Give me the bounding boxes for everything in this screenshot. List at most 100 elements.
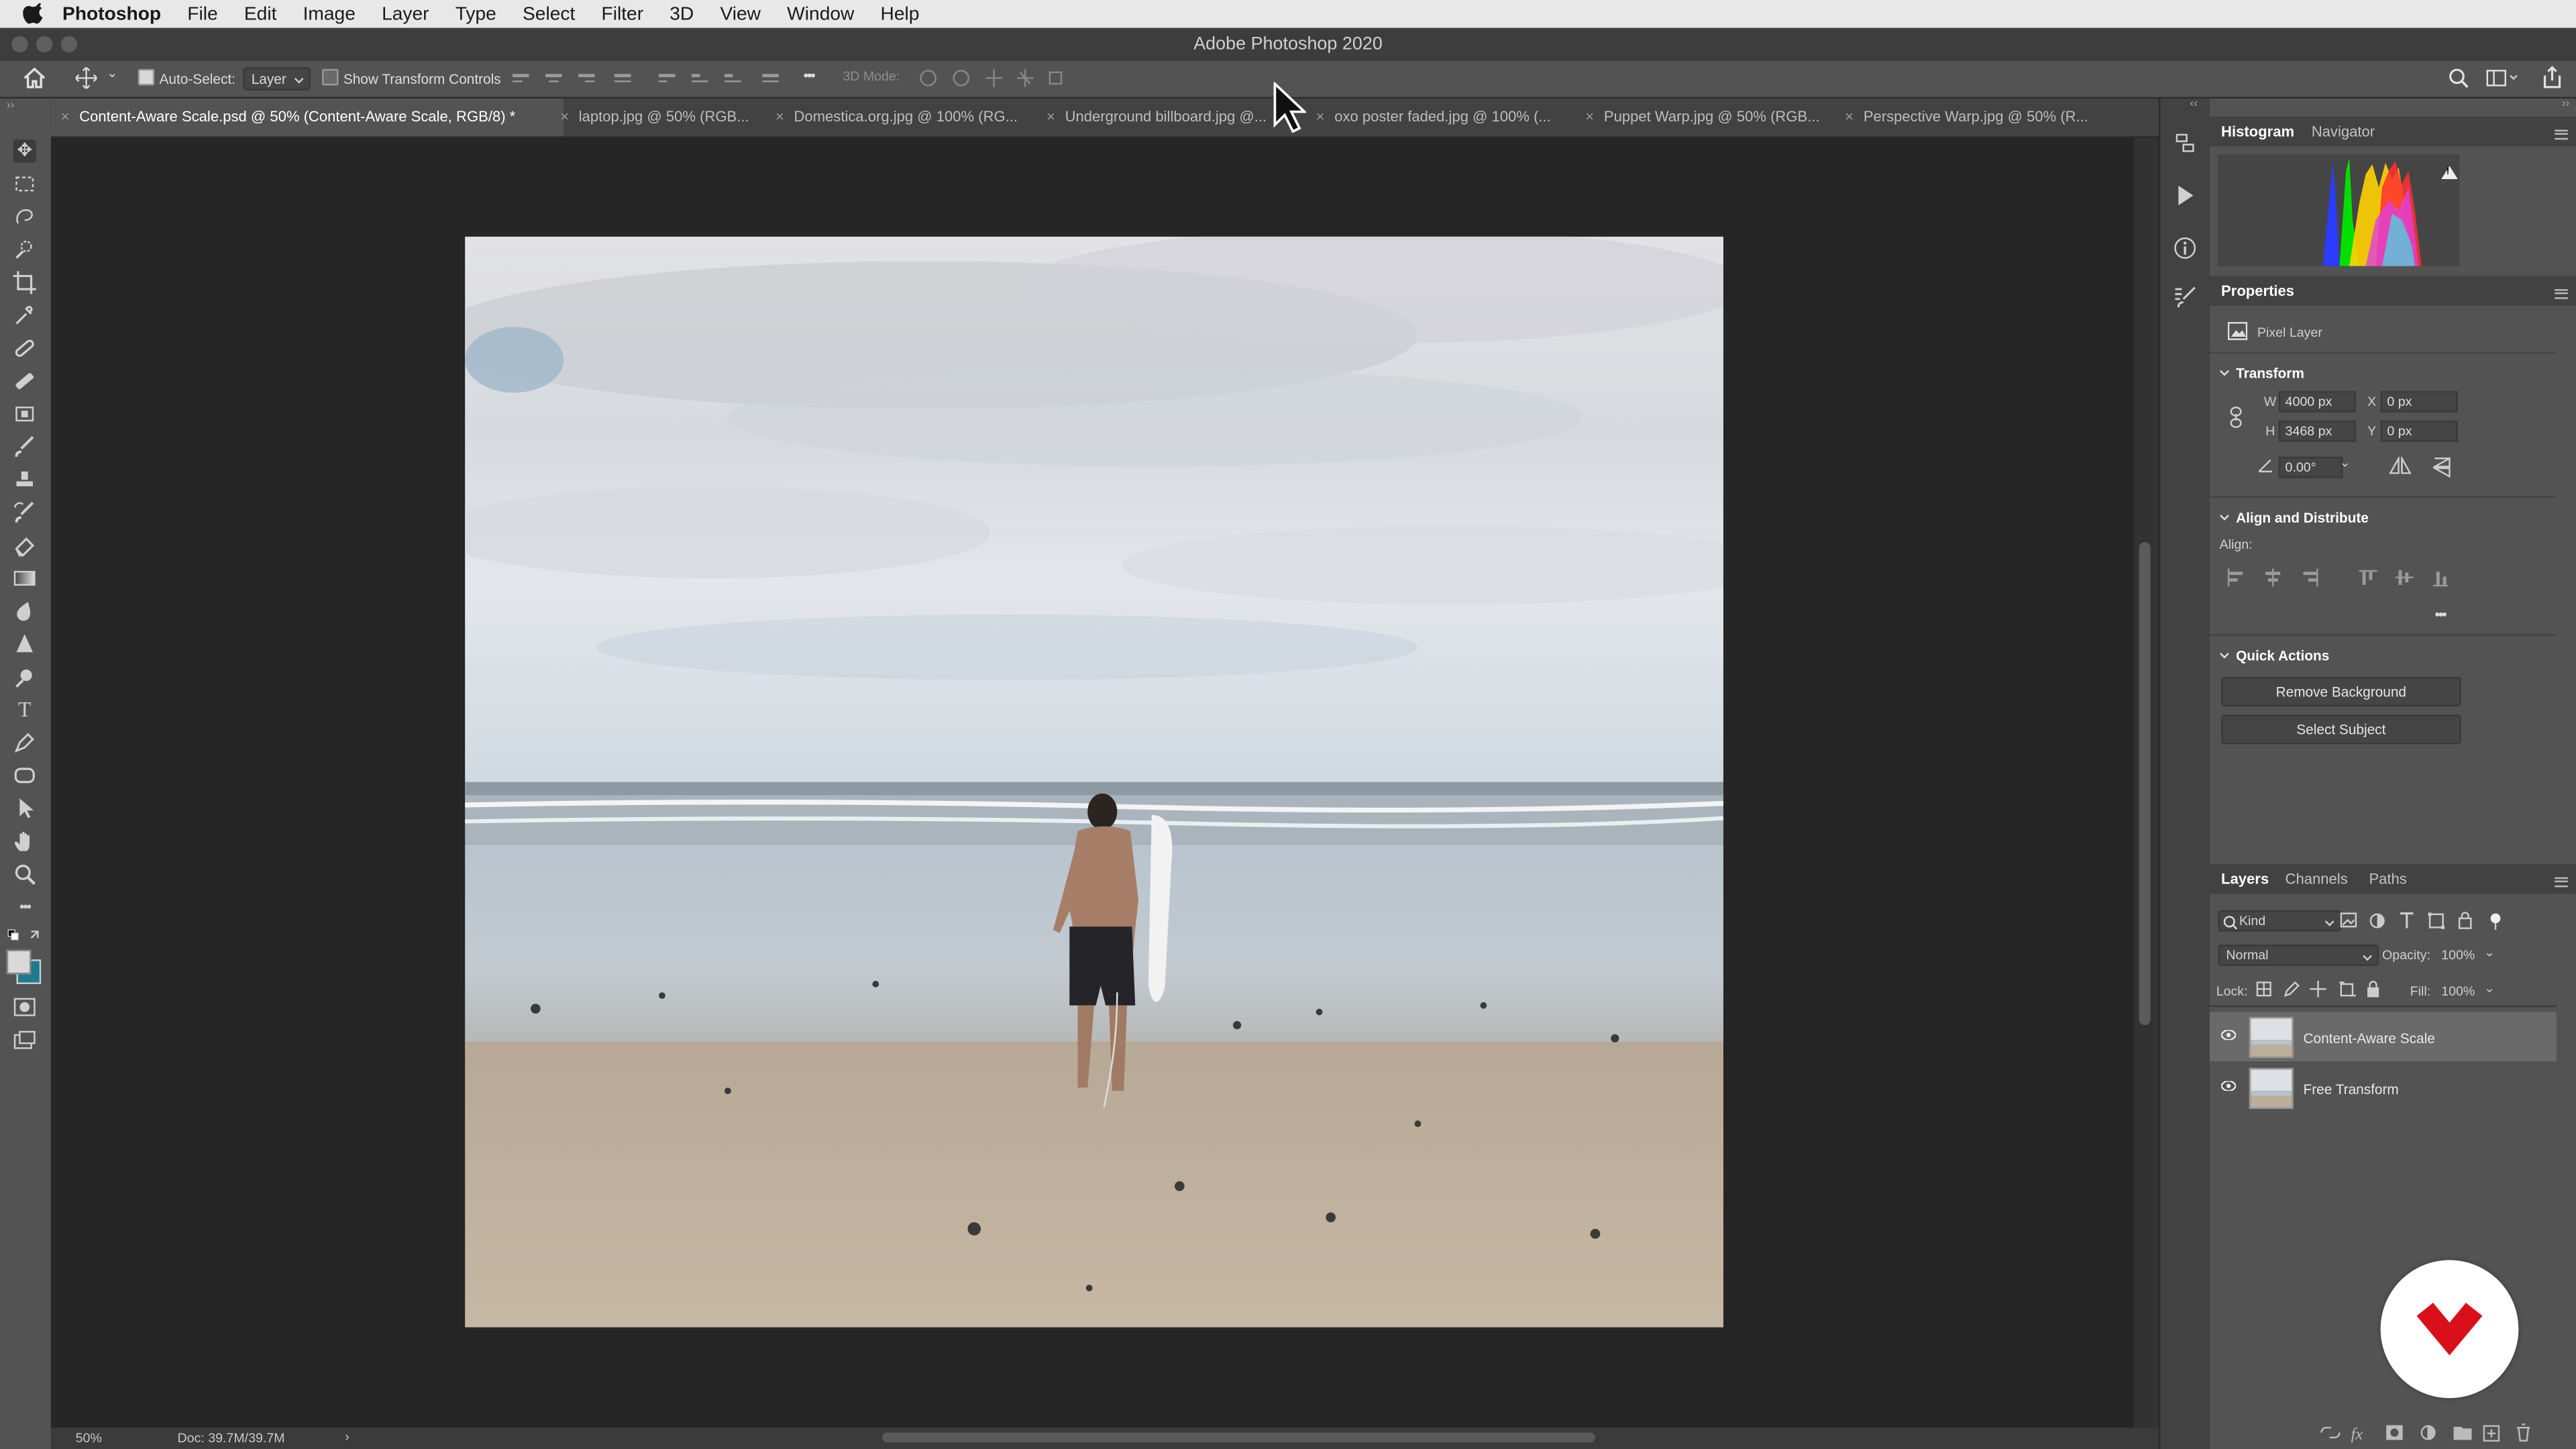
menu-image[interactable]: Image	[303, 4, 356, 23]
angle-field[interactable]: 0.00°	[2278, 456, 2343, 478]
tab-close-icon[interactable]: ×	[1845, 109, 1854, 125]
screen-mode-icon[interactable]	[13, 1030, 36, 1050]
menu-layer[interactable]: Layer	[382, 4, 429, 23]
histogram-warning-icon[interactable]: !	[2447, 168, 2450, 178]
align-bottom-icon[interactable]	[724, 70, 741, 87]
visibility-eye-icon[interactable]	[2221, 1081, 2237, 1091]
strip-collapse-icon[interactable]: ‹‹	[2190, 99, 2198, 110]
move-tool[interactable]: ✥	[13, 140, 36, 163]
window-minimize-button[interactable]	[36, 36, 53, 53]
history-brush-tool[interactable]	[13, 501, 36, 524]
zoom-tool[interactable]	[13, 863, 36, 885]
tab-close-icon[interactable]: ×	[560, 109, 569, 125]
quick-actions-section-header[interactable]: Quick Actions	[2236, 647, 2329, 663]
window-zoom-button[interactable]	[60, 36, 78, 53]
dodge-tool[interactable]	[13, 633, 36, 655]
tab-oxo-poster[interactable]: × oxo poster faded.jpg @ 100% (...	[1316, 99, 1576, 136]
tab-paths[interactable]: Paths	[2369, 871, 2406, 887]
blend-mode-dropdown[interactable]: Normal	[2218, 945, 2379, 967]
quick-mask-icon[interactable]	[13, 998, 36, 1017]
home-icon[interactable]	[23, 67, 46, 89]
tab-close-icon[interactable]: ×	[1585, 109, 1594, 125]
show-transform-checkbox[interactable]: Show Transform Controls	[322, 68, 501, 87]
path-selection-tool[interactable]	[13, 797, 36, 820]
tab-perspective-warp[interactable]: × Perspective Warp.jpg @ 50% (R...	[1845, 99, 2108, 136]
fill-value[interactable]: 100%	[2441, 984, 2475, 999]
layer-row-free-transform[interactable]: Free Transform	[2210, 1063, 2557, 1112]
gradient-tool[interactable]	[13, 567, 36, 590]
document-canvas-image[interactable]	[465, 236, 1724, 1328]
lasso-tool[interactable]	[13, 205, 36, 228]
distribute-vertical-icon[interactable]	[762, 70, 779, 87]
layer-filter-icons[interactable]	[2339, 912, 2504, 930]
opacity-dropdown-icon[interactable]: ⌄	[2484, 945, 2495, 959]
pen-select-tool[interactable]	[13, 665, 36, 688]
hand-tool[interactable]	[13, 830, 36, 853]
apple-icon[interactable]	[23, 2, 46, 25]
blur-tool[interactable]	[13, 600, 36, 623]
quick-selection-tool[interactable]	[13, 238, 36, 261]
brush-tool[interactable]	[13, 435, 36, 458]
tab-layers[interactable]: Layers	[2221, 871, 2269, 887]
tab-histogram[interactable]: Histogram	[2221, 123, 2294, 140]
angle-dropdown-icon[interactable]: ⌄	[2339, 455, 2350, 470]
vertical-scroll-thumb[interactable]	[2139, 542, 2151, 1026]
tab-channels[interactable]: Channels	[2286, 871, 2348, 887]
align-top-icon[interactable]	[659, 70, 676, 87]
x-field[interactable]: 0 px	[2380, 390, 2458, 413]
default-colors-icon[interactable]	[7, 928, 43, 945]
menu-view[interactable]: View	[720, 4, 761, 23]
menu-file[interactable]: File	[187, 4, 217, 23]
horizontal-scroll-thumb[interactable]	[882, 1432, 1595, 1443]
brush-settings-icon[interactable]	[2174, 286, 2196, 309]
fill-dropdown-icon[interactable]: ⌄	[2484, 981, 2495, 996]
tab-laptop[interactable]: × laptop.jpg @ 50% (RGB...	[560, 99, 767, 136]
spot-healing-tool[interactable]	[13, 337, 36, 360]
menu-edit[interactable]: Edit	[244, 4, 277, 23]
lock-icons[interactable]	[2255, 981, 2383, 999]
transform-section-header[interactable]: Transform	[2236, 365, 2304, 381]
tool-preset-chevron-icon[interactable]: ⌄	[107, 66, 117, 80]
tab-domestica[interactable]: × Domestica.org.jpg @ 100% (RG...	[775, 99, 1035, 136]
menu-help[interactable]: Help	[881, 4, 920, 23]
tab-close-icon[interactable]: ×	[1316, 109, 1325, 125]
share-icon[interactable]	[2542, 66, 2563, 89]
brush-healing-tool[interactable]	[13, 370, 36, 392]
edit-toolbar-icon[interactable]: •••	[13, 896, 36, 918]
move-tool-icon[interactable]	[75, 67, 97, 89]
marquee-tool[interactable]	[13, 172, 36, 195]
select-subject-button[interactable]: Select Subject	[2221, 714, 2461, 745]
menu-3d[interactable]: 3D	[669, 4, 694, 23]
menu-window[interactable]: Window	[787, 4, 854, 23]
tab-navigator[interactable]: Navigator	[2312, 123, 2375, 140]
history-panel-icon[interactable]	[2174, 131, 2196, 154]
align-middle-icon[interactable]	[692, 70, 708, 87]
properties-menu-icon[interactable]	[2555, 286, 2568, 301]
y-field[interactable]: 0 px	[2380, 420, 2458, 442]
visibility-eye-icon[interactable]	[2221, 1030, 2237, 1040]
tab-content-aware-scale[interactable]: × Content-Aware Scale.psd @ 50% (Content-…	[50, 98, 564, 137]
auto-select-dropdown[interactable]: Layer	[243, 67, 311, 91]
more-options-button[interactable]: •••	[804, 67, 816, 83]
actions-panel-icon[interactable]	[2174, 184, 2196, 207]
tab-puppet-warp[interactable]: × Puppet Warp.jpg @ 50% (RGB...	[1585, 99, 1831, 136]
menu-filter[interactable]: Filter	[601, 4, 643, 23]
status-menu-arrow[interactable]: ›	[345, 1430, 350, 1444]
info-panel-icon[interactable]	[2174, 237, 2196, 260]
histogram-menu-icon[interactable]	[2555, 127, 2568, 142]
zoom-level[interactable]: 50%	[76, 1431, 102, 1446]
eraser-tool[interactable]	[13, 534, 36, 557]
layers-menu-icon[interactable]	[2555, 874, 2568, 889]
crop-tool[interactable]	[13, 271, 36, 294]
distribute-horizontal-icon[interactable]	[614, 70, 631, 87]
layer-name[interactable]: Free Transform	[2303, 1081, 2398, 1097]
width-field[interactable]: 4000 px	[2278, 390, 2356, 413]
menu-app-name[interactable]: Photoshop	[62, 4, 161, 23]
3d-mode-icons[interactable]	[917, 67, 1068, 89]
workspace-switcher-icon[interactable]	[2485, 67, 2518, 89]
layer-name[interactable]: Content-Aware Scale	[2303, 1030, 2434, 1046]
align-more-button[interactable]: •••	[2434, 606, 2447, 623]
remove-background-button[interactable]: Remove Background	[2221, 676, 2461, 707]
align-left-icon[interactable]	[513, 70, 529, 87]
menu-select[interactable]: Select	[523, 4, 575, 23]
